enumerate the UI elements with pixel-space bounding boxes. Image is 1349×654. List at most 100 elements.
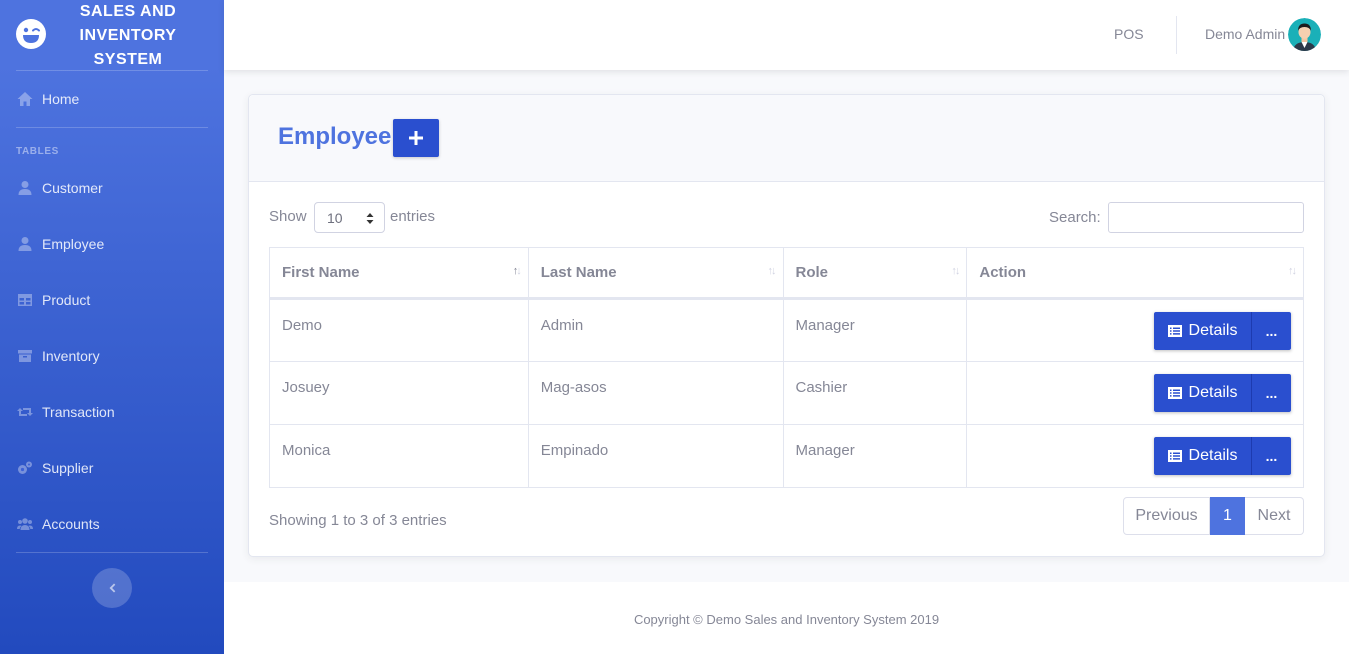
sort-caret-icon — [366, 213, 374, 224]
search-label: Search: — [1049, 209, 1101, 226]
sidebar-item-customer[interactable]: Customer — [0, 168, 224, 208]
action-button-group: Details ... — [1154, 437, 1291, 475]
sidebar-divider — [16, 127, 208, 128]
previous-page-button[interactable]: Previous — [1123, 497, 1210, 535]
card-header: Employee — [249, 95, 1324, 182]
user-icon — [18, 237, 32, 251]
page-title: Employee — [278, 123, 392, 150]
cell-role: Cashier — [782, 361, 968, 425]
cogs-icon — [18, 461, 32, 474]
chevron-left-icon — [109, 583, 116, 593]
sort-icon: ↑↓ — [767, 265, 777, 277]
details-button-label: Details — [1188, 322, 1238, 339]
sidebar-item-home[interactable]: Home — [0, 79, 224, 119]
details-button[interactable]: Details — [1154, 437, 1251, 475]
sidebar-item-label: Product — [42, 292, 91, 308]
sort-icon: ↑↓ — [951, 265, 960, 277]
pagination: Previous 1 Next — [1123, 497, 1304, 535]
column-header-label: First Name — [282, 264, 360, 281]
cell-role: Manager — [782, 424, 968, 488]
table-header-row: First Name ↑↓ Last Name ↑↓ Role ↑↓ Action ↑↓ — [269, 247, 1304, 300]
sidebar-item-transaction[interactable]: Transaction — [0, 392, 224, 432]
cell-action: Details ... — [966, 424, 1304, 488]
list-alt-icon — [1167, 325, 1182, 337]
column-header-last-name[interactable]: Last Name ↑↓ — [527, 247, 784, 300]
sidebar-item-label: Home — [42, 91, 80, 107]
topbar-divider — [1176, 16, 1177, 54]
cell-last-name: Mag-asos — [527, 361, 784, 425]
entries-select-value: 10 — [327, 210, 343, 226]
sidebar-item-label: Customer — [42, 180, 103, 196]
sidebar-item-supplier[interactable]: Supplier — [0, 448, 224, 488]
table-row: Demo Admin Manager Details ... — [269, 298, 1304, 362]
cell-first-name: Josuey — [269, 361, 529, 425]
list-alt-icon — [1167, 387, 1182, 399]
column-header-label: Last Name — [540, 264, 617, 281]
more-actions-button[interactable]: ... — [1251, 374, 1291, 412]
details-button[interactable]: Details — [1154, 312, 1251, 350]
sidebar-item-label: Employee — [42, 236, 105, 252]
employee-table: First Name ↑↓ Last Name ↑↓ Role ↑↓ Action ↑↓… — [269, 247, 1304, 488]
column-header-label: Role — [795, 264, 829, 281]
cell-last-name: Admin — [527, 298, 784, 362]
search-input[interactable] — [1108, 202, 1304, 233]
entries-select[interactable]: 10 — [314, 202, 385, 233]
cell-action: Details ... — [966, 298, 1304, 362]
sidebar-item-label: Accounts — [42, 516, 100, 532]
sidebar-item-label: Inventory — [42, 348, 100, 364]
table-row: Monica Empinado Manager Details ... — [269, 424, 1304, 488]
users-icon — [17, 518, 33, 530]
copyright-text: Copyright © Demo Sales and Inventory Sys… — [633, 612, 940, 627]
cell-role: Manager — [782, 298, 968, 362]
sidebar-item-employee[interactable]: Employee — [0, 224, 224, 264]
sidebar-item-product[interactable]: Product — [0, 280, 224, 320]
laugh-wink-icon — [16, 19, 46, 49]
footer: Copyright © Demo Sales and Inventory Sys… — [224, 582, 1349, 654]
action-button-group: Details ... — [1154, 374, 1291, 412]
pos-link[interactable]: POS — [1114, 26, 1144, 42]
employee-card: Employee Show 10 entries Search: First N… — [248, 94, 1325, 557]
page-1-button[interactable]: 1 — [1210, 497, 1245, 535]
brand-title: SALES AND INVENTORY SYSTEM — [79, 3, 177, 68]
column-header-role[interactable]: Role ↑↓ — [782, 247, 968, 300]
brand[interactable]: SALES AND INVENTORY SYSTEM — [0, 0, 224, 70]
sidebar-heading: TABLES — [16, 146, 59, 157]
user-name[interactable]: Demo Admin — [1205, 26, 1285, 42]
user-icon — [18, 181, 32, 195]
sidebar-item-label: Supplier — [42, 460, 94, 476]
table-icon — [18, 294, 32, 306]
topbar: POS Demo Admin — [224, 0, 1349, 70]
avatar[interactable] — [1288, 18, 1321, 51]
cell-action: Details ... — [966, 361, 1304, 425]
table-row: Josuey Mag-asos Cashier Details ... — [269, 361, 1304, 425]
show-label: Show — [269, 208, 307, 225]
add-employee-button[interactable] — [393, 119, 439, 157]
column-header-label: Action — [979, 264, 1027, 281]
column-header-first-name[interactable]: First Name ↑↓ — [269, 247, 529, 300]
home-icon — [17, 92, 33, 106]
more-actions-button[interactable]: ... — [1251, 437, 1291, 475]
more-actions-button[interactable]: ... — [1251, 312, 1291, 350]
retweet-icon — [17, 408, 33, 416]
details-button[interactable]: Details — [1154, 374, 1251, 412]
archive-icon — [18, 350, 32, 362]
sidebar-toggle-button[interactable] — [92, 568, 132, 608]
sidebar-item-label: Transaction — [42, 404, 115, 420]
cell-first-name: Monica — [269, 424, 529, 488]
sidebar-item-accounts[interactable]: Accounts — [0, 504, 224, 544]
column-header-action[interactable]: Action ↑↓ — [966, 247, 1304, 300]
sidebar-divider — [16, 552, 208, 553]
list-alt-icon — [1167, 450, 1182, 462]
sidebar-item-inventory[interactable]: Inventory — [0, 336, 224, 376]
sidebar: SALES AND INVENTORY SYSTEM Home TABLES C… — [0, 0, 224, 654]
details-button-label: Details — [1188, 447, 1238, 464]
sidebar-divider — [16, 70, 208, 71]
user-avatar-icon — [1288, 18, 1321, 51]
plus-icon — [409, 131, 423, 145]
pagination-info: Showing 1 to 3 of 3 entries — [269, 512, 447, 529]
next-page-button[interactable]: Next — [1245, 497, 1304, 535]
sort-icon: ↑↓ — [1288, 265, 1297, 277]
details-button-label: Details — [1188, 384, 1238, 401]
action-button-group: Details ... — [1154, 312, 1291, 350]
cell-last-name: Empinado — [527, 424, 784, 488]
